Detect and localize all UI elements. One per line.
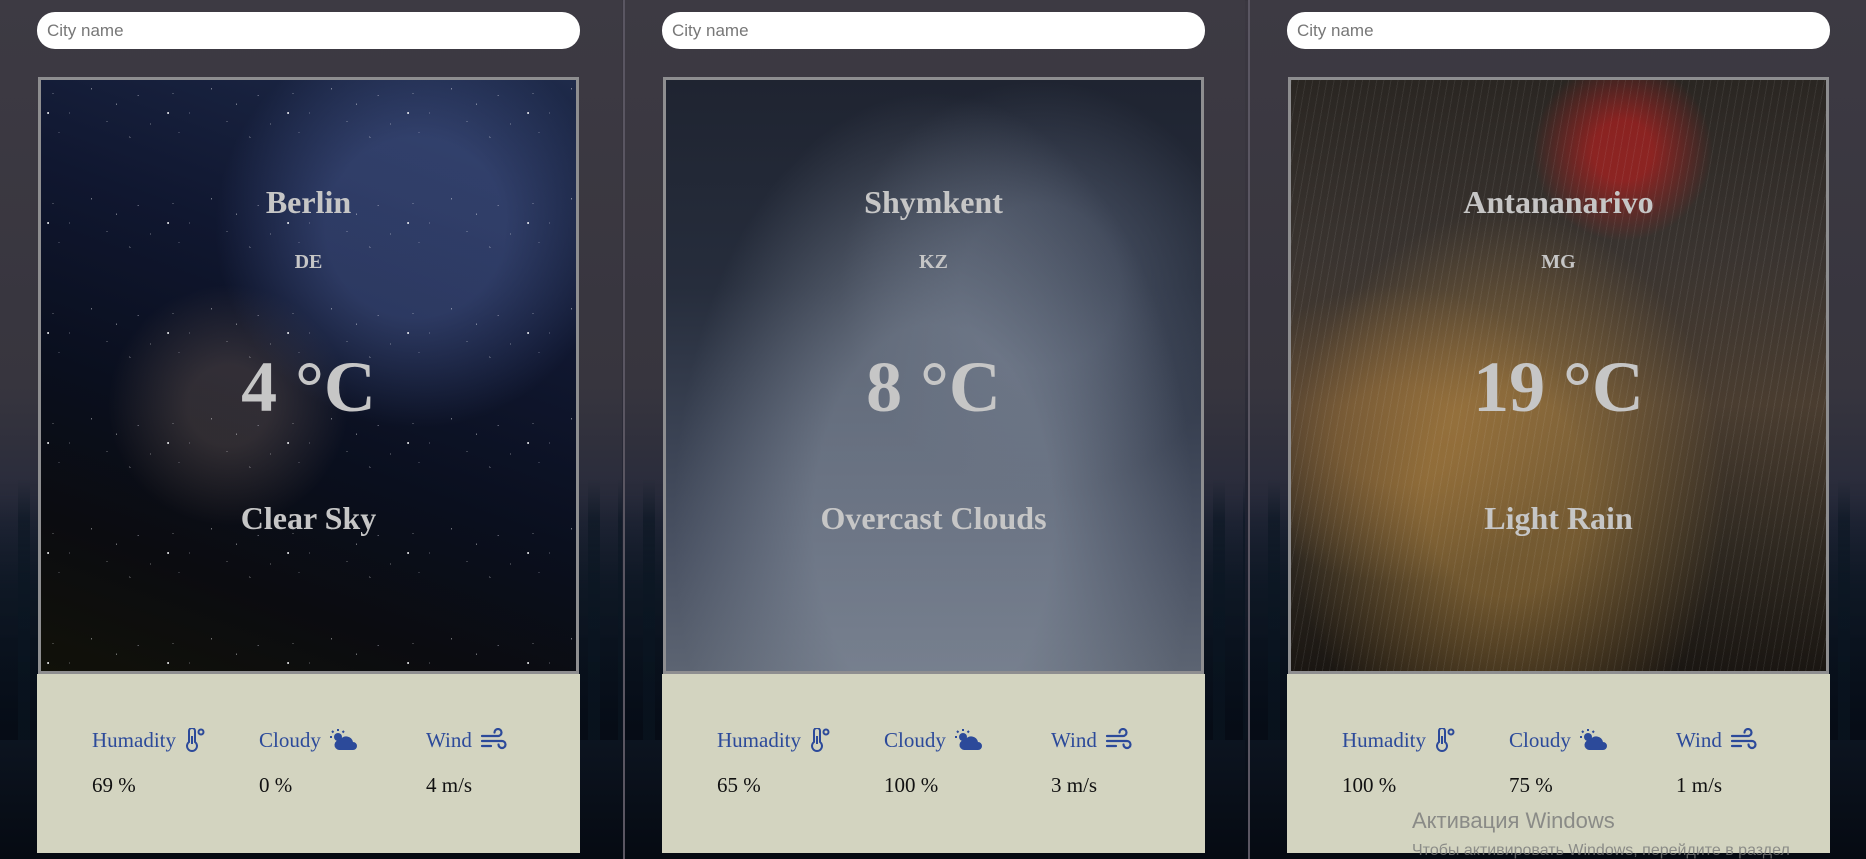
weather-details: Humadity 69 % Cloudy 0 % Wind 4 m/s — [37, 674, 580, 853]
country-code: DE — [294, 251, 323, 273]
weather-description: Clear Sky — [240, 500, 377, 536]
temperature: 19 °C — [1473, 347, 1644, 427]
thermometer-icon — [1436, 728, 1455, 752]
weather-card: Antananarivo MG 19 °C Light Rain — [1288, 77, 1829, 674]
weather-description: Light Rain — [1484, 500, 1633, 536]
windows-activation-watermark: Активация Windows — [1412, 808, 1615, 833]
humidity-metric: Humadity 65 % — [717, 727, 831, 798]
thermometer-icon — [186, 728, 205, 752]
cloudy-value: 0 % — [259, 773, 293, 797]
temperature: 8 °C — [866, 347, 1001, 427]
wind-value: 4 m/s — [426, 773, 473, 797]
cloudy-metric: Cloudy 75 % — [1509, 727, 1609, 798]
cloudy-metric: Cloudy 0 % — [259, 727, 359, 798]
country-code: MG — [1541, 251, 1576, 273]
wind-label: Wind — [1676, 727, 1722, 752]
humidity-value: 65 % — [717, 773, 761, 797]
wind-icon — [480, 728, 507, 750]
sun-cloud-icon — [329, 729, 357, 750]
humidity-value: 69 % — [92, 773, 136, 797]
city-search-input[interactable] — [37, 12, 580, 49]
sun-cloud-icon — [954, 729, 982, 750]
cloudy-metric: Cloudy 100 % — [884, 727, 984, 798]
city-name: Antananarivo — [1463, 184, 1654, 220]
wind-label: Wind — [426, 727, 472, 752]
windows-activation-subtitle: Чтобы активировать Windows, перейдите в … — [1412, 842, 1790, 859]
humidity-metric: Humadity 100 % — [1342, 727, 1456, 798]
wind-metric: Wind 1 m/s — [1676, 727, 1758, 798]
wind-metric: Wind 4 m/s — [426, 727, 508, 798]
weather-card: Berlin DE 4 °C Clear Sky — [38, 77, 579, 674]
humidity-label: Humadity — [92, 727, 176, 752]
weather-description: Overcast Clouds — [820, 500, 1047, 536]
weather-details: Humadity 65 % Cloudy 100 % Wind 3 m/s — [662, 674, 1205, 853]
weather-card: Shymkent KZ 8 °C Overcast Clouds — [663, 77, 1204, 674]
wind-metric: Wind 3 m/s — [1051, 727, 1133, 798]
cloudy-label: Cloudy — [884, 727, 946, 752]
sun-cloud-icon — [1579, 729, 1607, 750]
weather-panel-shymkent: Shymkent KZ 8 °C Overcast Clouds Humadit… — [623, 0, 1245, 859]
thermometer-icon — [811, 728, 830, 752]
humidity-label: Humadity — [717, 727, 801, 752]
cloudy-value: 100 % — [884, 773, 939, 797]
cloudy-label: Cloudy — [1509, 727, 1571, 752]
humidity-metric: Humadity 69 % — [92, 727, 206, 798]
cloudy-value: 75 % — [1509, 773, 1553, 797]
humidity-label: Humadity — [1342, 727, 1426, 752]
temperature: 4 °C — [241, 347, 376, 427]
weather-panel-berlin: Berlin DE 4 °C Clear Sky Humadity 69 % C… — [0, 0, 622, 859]
wind-value: 3 m/s — [1051, 773, 1098, 797]
country-code: KZ — [919, 251, 948, 273]
cloudy-label: Cloudy — [259, 727, 321, 752]
city-name: Shymkent — [864, 184, 1003, 220]
city-name: Berlin — [265, 184, 352, 220]
humidity-value: 100 % — [1342, 773, 1397, 797]
wind-label: Wind — [1051, 727, 1097, 752]
city-search-input[interactable] — [662, 12, 1205, 49]
wind-value: 1 m/s — [1676, 773, 1723, 797]
weather-panel-antananarivo: Antananarivo MG 19 °C Light Rain Humadit… — [1248, 0, 1866, 859]
city-search-input[interactable] — [1287, 12, 1830, 49]
wind-icon — [1730, 728, 1757, 750]
wind-icon — [1105, 728, 1132, 750]
